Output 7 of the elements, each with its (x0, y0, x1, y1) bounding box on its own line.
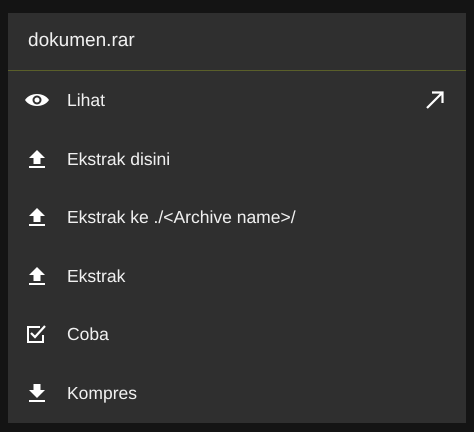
menu-item[interactable]: Coba (8, 305, 466, 364)
menu-item[interactable]: Kompres (8, 364, 466, 422)
menu-item[interactable]: Ekstrak (8, 246, 466, 305)
dialog-title: dokumen.rar (28, 29, 135, 54)
menu-item[interactable]: Ekstrak ke ./<Archive name>/ (8, 188, 466, 246)
menu-item[interactable]: Lihat (8, 71, 466, 130)
menu-item[interactable]: Ekstrak disini (8, 130, 466, 188)
